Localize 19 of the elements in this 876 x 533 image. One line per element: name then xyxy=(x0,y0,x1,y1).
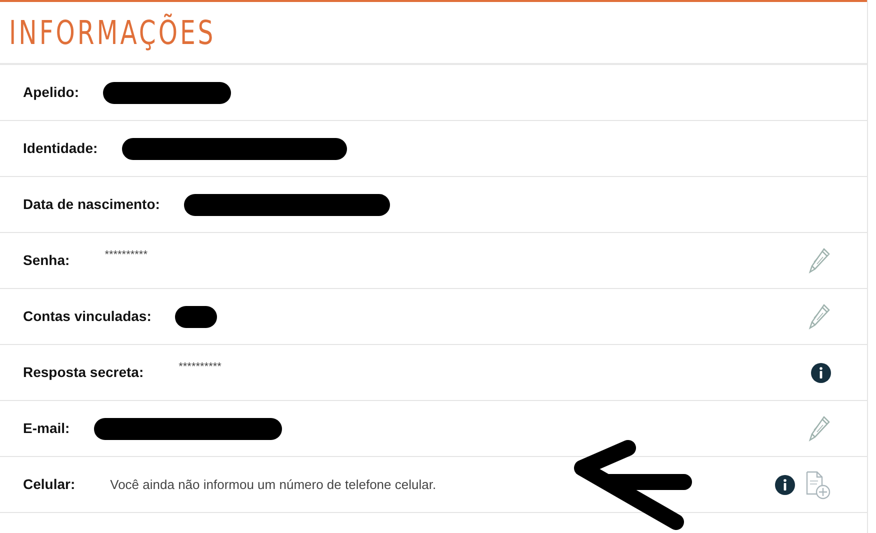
info-icon[interactable] xyxy=(811,362,831,382)
add-document-icon[interactable] xyxy=(805,470,831,500)
field-label: Senha: xyxy=(23,251,70,270)
pencil-icon[interactable] xyxy=(807,302,831,330)
field-label: E-mail: xyxy=(23,419,70,438)
field-value: ********** xyxy=(178,360,222,376)
section-title: INFORMAÇÕES xyxy=(8,12,216,54)
pencil-icon[interactable] xyxy=(807,414,831,442)
redaction-mark xyxy=(175,306,218,328)
pencil-icon[interactable] xyxy=(807,246,831,274)
field-label: Contas vinculadas: xyxy=(23,307,152,326)
field-label: Data de nascimento: xyxy=(23,195,160,214)
field-label: Apelido: xyxy=(23,83,79,102)
field-label: Celular: xyxy=(23,475,76,494)
field-label: Identidade: xyxy=(23,139,98,158)
info-icon[interactable] xyxy=(775,474,795,494)
field-value: ********** xyxy=(104,248,148,264)
field-value: Você ainda não informou um número de telefone celular. xyxy=(110,476,436,494)
field-label: Resposta secreta: xyxy=(23,363,144,382)
